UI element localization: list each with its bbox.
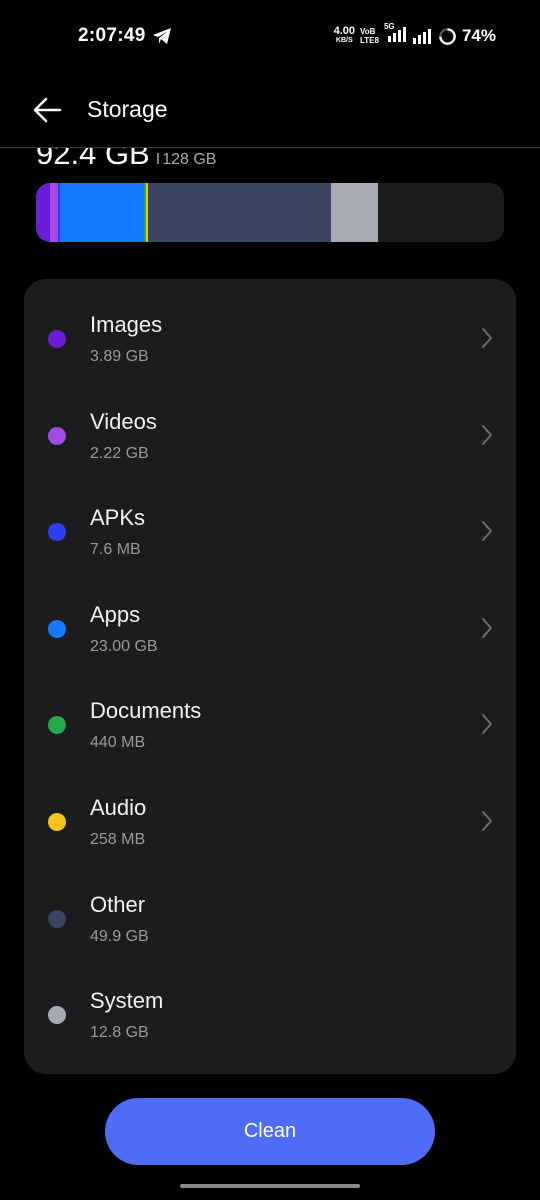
category-size: 440 MB [90, 734, 146, 752]
category-color-dot [48, 1006, 66, 1025]
category-label: APKs [90, 505, 146, 531]
category-color-dot [48, 909, 66, 928]
status-time: 2:07:49 [78, 25, 146, 46]
category-label: Apps [90, 601, 141, 627]
storage-summary: 92.4 GB I 128 GB [36, 148, 336, 168]
signal-icon-sim2 [412, 29, 431, 44]
category-size: 12.8 GB [90, 1024, 149, 1042]
category-color-dot [48, 619, 66, 638]
bar-segment-apps [60, 183, 145, 242]
storage-usage-bar [36, 183, 504, 242]
telegram-icon [153, 28, 171, 44]
category-label: Other [90, 891, 146, 917]
category-color-dot [48, 330, 66, 348]
signal-5g: 5G [384, 22, 406, 47]
chevron-right-icon [482, 714, 492, 735]
battery-ring-icon [439, 27, 456, 45]
category-size: 258 MB [90, 831, 146, 848]
clean-button[interactable]: Clean [105, 1098, 435, 1165]
status-icons: 4.00 KB/S VoB LTE8 5G 74% [333, 22, 496, 48]
category-item-apps[interactable]: Apps 23.00 GB [24, 569, 516, 665]
back-arrow-icon[interactable] [32, 96, 62, 124]
category-color-dot [48, 813, 66, 831]
category-color-dot [48, 426, 66, 445]
page-title: Storage [87, 96, 168, 122]
category-color-dot [48, 523, 66, 542]
category-item-videos[interactable]: Videos 2.22 GB [24, 376, 516, 472]
status-bar: 2:07:49 4.00 KB/S VoB LTE8 5G 74% [0, 0, 540, 72]
category-label: Images [90, 312, 163, 337]
category-list: Images 3.89 GB Videos 2.22 GB APKs 7.6 MB Apps… [24, 279, 516, 1074]
category-item-audio[interactable]: Audio 258 MB [24, 762, 516, 858]
bar-segment-system [330, 183, 378, 242]
category-color-dot [48, 716, 66, 735]
summary-separator: I [155, 151, 161, 168]
category-label: Documents [90, 698, 202, 724]
bar-segment-videos [50, 183, 59, 242]
category-size: 23.00 GB [90, 637, 158, 655]
category-item-documents[interactable]: Documents 440 MB [24, 665, 516, 761]
net-speed: 4.00 KB/S [333, 25, 355, 45]
category-size: 49.9 GB [90, 927, 149, 945]
bar-segment-images [36, 183, 51, 242]
chevron-right-icon [482, 617, 492, 638]
chevron-right-icon [482, 521, 492, 542]
category-size: 7.6 MB [90, 541, 141, 559]
network-type: 5G [383, 21, 395, 31]
total-storage: 128 GB [162, 151, 217, 168]
battery-percent: 74% [461, 26, 496, 45]
category-label: System [90, 988, 164, 1014]
home-indicator [180, 1184, 360, 1188]
category-size: 3.89 GB [90, 348, 149, 365]
chevron-right-icon [482, 328, 492, 348]
chevron-right-icon [482, 424, 492, 445]
category-label: Audio [90, 795, 147, 820]
category-size: 2.22 GB [90, 444, 149, 462]
category-item-apks[interactable]: APKs 7.6 MB [24, 472, 516, 568]
category-item-other: Other 49.9 GB [24, 859, 516, 955]
category-item-system: System 12.8 GB [24, 955, 516, 1051]
volte-indicator: VoB LTE8 [360, 27, 379, 45]
category-item-images[interactable]: Images 3.89 GB [24, 279, 516, 375]
bar-segment-other [148, 183, 331, 242]
category-label: Videos [90, 408, 157, 434]
chevron-right-icon [482, 811, 492, 831]
used-storage: 92.4 GB [36, 148, 150, 168]
